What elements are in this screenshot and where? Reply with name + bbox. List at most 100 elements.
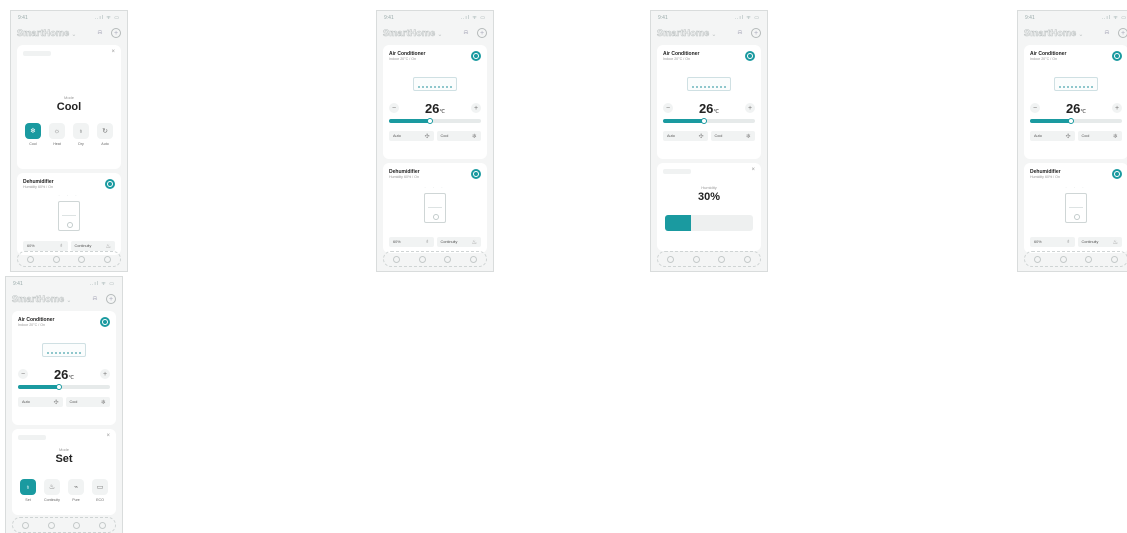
close-icon[interactable]: ×	[106, 433, 110, 439]
tab-home[interactable]	[393, 255, 401, 263]
slider-fill	[18, 385, 60, 389]
increase-button[interactable]: +	[745, 103, 755, 113]
ac-mode-chip[interactable]: Cool ❄	[710, 131, 755, 141]
dehumidifier-card[interactable]: Dehumidifier Humidity 60% / On · · · 60%…	[17, 173, 121, 255]
status-bar: 9:41 ..ıl ᯤ ▭	[1025, 15, 1127, 23]
mode-option-continuity[interactable]: ♨ Continuity	[42, 479, 62, 502]
mode-option-pure[interactable]: ⌁ Pure	[66, 479, 86, 502]
tab-devices[interactable]	[692, 255, 700, 263]
temperature-slider[interactable]	[389, 118, 481, 124]
temperature-slider[interactable]	[663, 118, 755, 124]
mode-value: Set	[55, 453, 73, 465]
plus-icon[interactable]: +	[477, 28, 487, 38]
tab-devices[interactable]	[1059, 255, 1067, 263]
tab-scenes[interactable]	[73, 521, 81, 529]
temperature-slider[interactable]	[1030, 118, 1122, 124]
tab-devices[interactable]	[52, 255, 60, 263]
ac-mode-chip[interactable]: Cool ❄	[436, 131, 481, 141]
decrease-button[interactable]: −	[1030, 103, 1040, 113]
power-icon[interactable]	[745, 51, 755, 61]
tab-devices[interactable]	[418, 255, 426, 263]
slider-knob[interactable]	[701, 118, 708, 124]
screen-dehum-mode: 9:41 ..ıl ᯤ ▭ SmartHome ⌄ ⍾ + Air Condition…	[5, 276, 123, 533]
fan-chip[interactable]: Auto ✣	[663, 131, 708, 141]
tab-profile[interactable]	[103, 255, 111, 263]
mode-option-cool[interactable]: ❄ Cool	[23, 123, 43, 146]
mode-option-set[interactable]: ♁ Set	[18, 479, 38, 502]
tab-profile[interactable]	[98, 521, 106, 529]
tab-profile[interactable]	[469, 255, 477, 263]
dehumidifier-card[interactable]: Dehumidifier Humidity 60% / On · · · 60%…	[383, 163, 487, 253]
power-icon[interactable]	[105, 179, 115, 189]
tab-home[interactable]	[667, 255, 675, 263]
temperature-slider[interactable]	[18, 384, 110, 390]
status-time: 9:41	[1025, 15, 1035, 21]
fan-chip[interactable]: Auto ✣	[1030, 131, 1075, 141]
increase-button[interactable]: +	[471, 103, 481, 113]
increase-button[interactable]: +	[1112, 103, 1122, 113]
brand-title[interactable]: SmartHome ⌄	[17, 28, 77, 39]
power-icon[interactable]	[100, 317, 110, 327]
mode-option-dry[interactable]: ♁ Dry	[71, 123, 91, 146]
dehumidifier-card[interactable]: Dehumidifier Humidity 60% / On · · · 60%…	[1024, 163, 1127, 253]
plus-icon[interactable]: +	[1118, 28, 1127, 38]
ac-card[interactable]: Air Conditioner Indoor 20°C / On − 26℃ +…	[383, 45, 487, 159]
bell-icon[interactable]: ⍾	[461, 28, 471, 38]
tab-scenes[interactable]	[718, 255, 726, 263]
plus-icon[interactable]: +	[751, 28, 761, 38]
power-icon[interactable]	[1112, 169, 1122, 179]
brand-title[interactable]: SmartHome ⌄	[1024, 28, 1084, 39]
mode-option-heat[interactable]: ☼ Heat	[47, 123, 67, 146]
fan-chip[interactable]: Auto ✣	[18, 397, 63, 407]
ac-mode-chip[interactable]: Cool ❄	[65, 397, 110, 407]
plus-icon[interactable]: +	[111, 28, 121, 38]
ac-mode-chip[interactable]: Cool ❄	[1077, 131, 1122, 141]
level-chip[interactable]: 60% ♁	[389, 237, 434, 247]
ac-mode-label: Cool	[1081, 134, 1090, 138]
decrease-button[interactable]: −	[18, 369, 28, 379]
increase-button[interactable]: +	[100, 369, 110, 379]
tab-scenes[interactable]	[444, 255, 452, 263]
close-icon[interactable]: ×	[111, 49, 115, 55]
power-icon[interactable]	[1112, 51, 1122, 61]
tab-home[interactable]	[22, 521, 30, 529]
mode-chip[interactable]: Continuity ♨	[1077, 237, 1122, 247]
brand-title[interactable]: SmartHome ⌄	[383, 28, 443, 39]
fan-chip[interactable]: Auto ✣	[389, 131, 434, 141]
bell-icon[interactable]: ⍾	[90, 294, 100, 304]
decrease-button[interactable]: −	[663, 103, 673, 113]
brand-title[interactable]: SmartHome ⌄	[12, 294, 72, 305]
slider-knob[interactable]	[56, 384, 63, 390]
tab-profile[interactable]	[1110, 255, 1118, 263]
power-icon[interactable]	[471, 51, 481, 61]
tab-scenes[interactable]	[1085, 255, 1093, 263]
tab-home[interactable]	[1034, 255, 1042, 263]
brand-title[interactable]: SmartHome ⌄	[657, 28, 717, 39]
slider-knob[interactable]	[427, 118, 434, 124]
level-chip[interactable]: 60% ♁	[1030, 237, 1075, 247]
bell-icon[interactable]: ⍾	[95, 28, 105, 38]
status-bar: 9:41 ..ıl ᯤ ▭	[18, 15, 120, 23]
ac-card[interactable]: Air Conditioner Indoor 20°C / On − 26℃ +…	[657, 45, 761, 159]
mode-option-eco[interactable]: ▭ ECO	[90, 479, 110, 502]
power-icon[interactable]	[471, 169, 481, 179]
tab-home[interactable]	[27, 255, 35, 263]
slider-knob[interactable]	[1068, 118, 1075, 124]
ac-card[interactable]: Air Conditioner Indoor 20°C / On − 26℃ +…	[1024, 45, 1127, 159]
close-icon[interactable]: ×	[751, 167, 755, 173]
air-conditioner-image	[687, 77, 731, 91]
bell-icon[interactable]: ⍾	[1102, 28, 1112, 38]
ac-card[interactable]: Air Conditioner Indoor 20°C / On − 26℃ +…	[12, 311, 116, 425]
mode-chip[interactable]: Continuity ♨	[70, 241, 115, 251]
bell-icon[interactable]: ⍾	[735, 28, 745, 38]
humidity-slider[interactable]	[665, 215, 753, 231]
decrease-button[interactable]: −	[389, 103, 399, 113]
tab-devices[interactable]	[47, 521, 55, 529]
mode-option-auto[interactable]: ↻ Auto	[95, 123, 115, 146]
plus-icon[interactable]: +	[106, 294, 116, 304]
tab-profile[interactable]	[743, 255, 751, 263]
mode-chip[interactable]: Continuity ♨	[436, 237, 481, 247]
level-chip[interactable]: 60% ♁	[23, 241, 68, 251]
drop-icon: ♁	[425, 239, 430, 245]
tab-scenes[interactable]	[78, 255, 86, 263]
